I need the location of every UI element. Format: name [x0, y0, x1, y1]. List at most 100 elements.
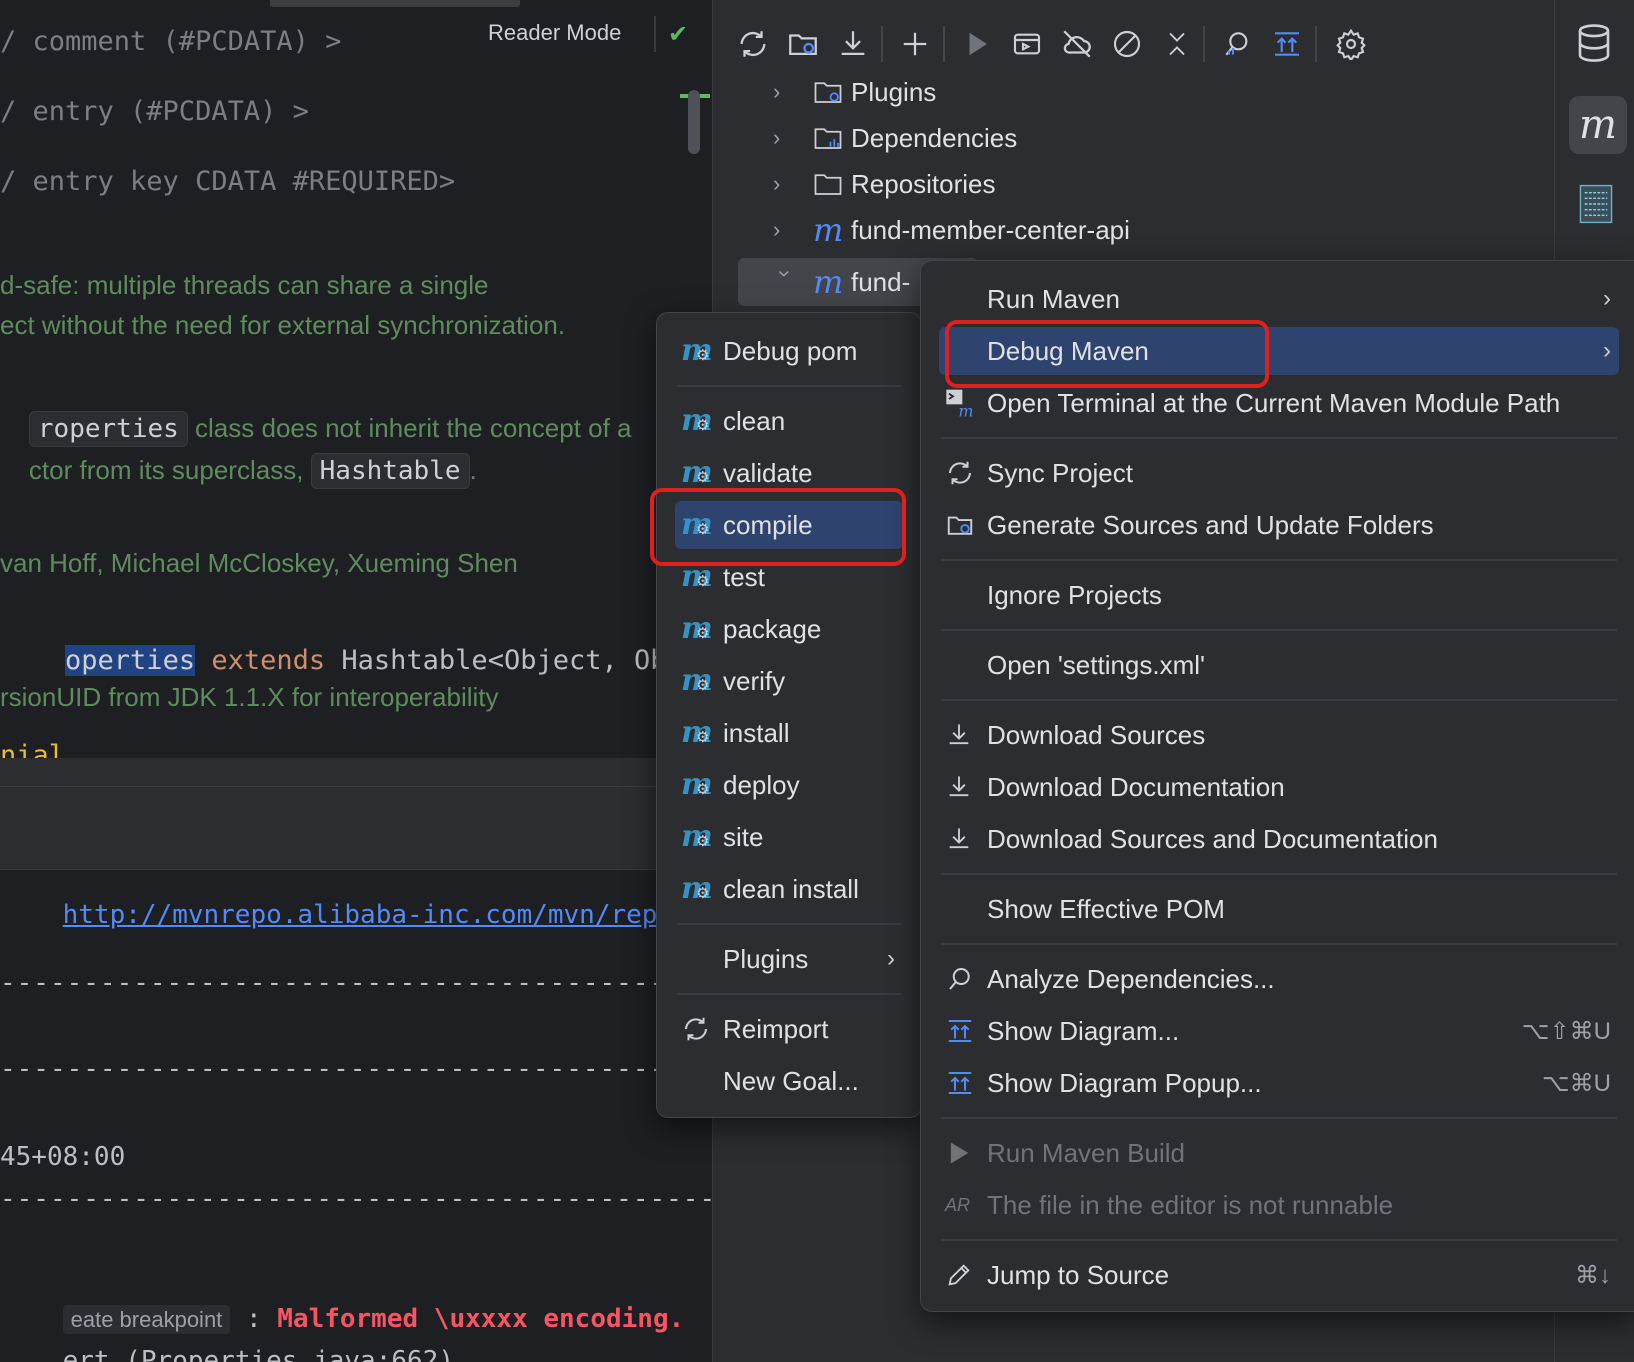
maven-goal-icon: m ⚙	[681, 455, 713, 490]
maven-module-icon: m	[813, 211, 844, 249]
sync-icon[interactable]	[733, 24, 773, 64]
database-icon[interactable]	[1573, 22, 1615, 69]
analyze-icon[interactable]	[1217, 24, 1257, 64]
collapse-icon[interactable]	[1157, 24, 1197, 64]
menu-item-open-settings[interactable]: Open 'settings.xml'	[939, 641, 1619, 689]
menu-separator	[941, 699, 1617, 701]
menu-item-goal-test[interactable]: m ⚙ test	[675, 553, 903, 601]
menu-item-show-diagram-popup[interactable]: Show Diagram Popup... ⌥⌘U	[939, 1059, 1619, 1107]
offline-icon[interactable]	[1057, 24, 1097, 64]
not-runnable-icon: AR	[945, 1194, 971, 1215]
toolbar-separator	[1315, 26, 1317, 62]
menu-item-plugins[interactable]: Plugins ›	[675, 935, 903, 983]
analyze-icon	[939, 964, 987, 994]
menu-item-jump-to-source[interactable]: Jump to Source ⌘↓	[939, 1251, 1619, 1299]
settings-icon[interactable]	[1331, 24, 1371, 64]
inspection-ok-icon[interactable]: ✔	[668, 20, 688, 49]
repositories-folder-icon	[813, 170, 851, 198]
download-icon[interactable]	[833, 24, 873, 64]
menu-item-goal-validate[interactable]: m ⚙ validate	[675, 449, 903, 497]
code-editor[interactable]: Reader Mode ✔ / comment (#PCDATA) > / en…	[0, 0, 712, 760]
tree-label: fund-	[851, 266, 911, 297]
menu-item-show-diagram[interactable]: Show Diagram... ⌥⇧⌘U	[939, 1007, 1619, 1055]
folder-refresh-icon	[939, 510, 987, 540]
chevron-right-icon[interactable]: ›	[773, 125, 813, 151]
menu-item-goal-compile[interactable]: m ⚙ compile	[675, 501, 903, 549]
run-console[interactable]: http://mvnrepo.alibaba-inc.com/mvn/repos…	[0, 758, 712, 1362]
chevron-right-icon[interactable]: ›	[773, 217, 813, 243]
menu-item-goal-deploy[interactable]: m ⚙ deploy	[675, 761, 903, 809]
menu-item-debug-maven[interactable]: Debug Maven ›	[939, 327, 1619, 375]
menu-item-debug-pom[interactable]: m ⚙ Debug pom	[675, 327, 903, 375]
diagram-icon	[939, 1068, 987, 1098]
chevron-right-icon[interactable]: ›	[773, 171, 813, 197]
maven-goal-icon: m ⚙	[681, 663, 713, 698]
editor-scrollbar[interactable]	[688, 90, 700, 154]
menu-item-goal-verify[interactable]: m ⚙ verify	[675, 657, 903, 705]
menu-item-analyze-deps[interactable]: Analyze Dependencies...	[939, 955, 1619, 1003]
tree-node-module[interactable]: › m fund-member-center-api	[773, 208, 1130, 252]
menu-item-sync-project[interactable]: Sync Project	[939, 449, 1619, 497]
tree-node-plugins[interactable]: › Plugins	[773, 70, 936, 114]
chevron-down-icon[interactable]: ›	[772, 270, 798, 294]
tree-node-module-selected[interactable]: › m fund-	[773, 260, 910, 304]
add-icon[interactable]	[895, 24, 935, 64]
menu-item-goal-clean[interactable]: m ⚙ clean	[675, 397, 903, 445]
binary-icon[interactable]	[1579, 184, 1613, 229]
menu-item-reimport[interactable]: Reimport	[675, 1005, 903, 1053]
tree-node-repositories[interactable]: › Repositories	[773, 162, 996, 206]
maven-goal-icon: m ⚙	[681, 819, 713, 854]
menu-item-goal-package[interactable]: m ⚙ package	[675, 605, 903, 653]
tree-node-dependencies[interactable]: › Dependencies	[773, 116, 1017, 160]
doc-line: ect without the need for external synchr…	[0, 310, 566, 340]
maven-goal-icon: m ⚙	[681, 715, 713, 750]
diagram-icon[interactable]	[1267, 24, 1307, 64]
console-divider: ----------------------------------------…	[0, 968, 712, 998]
chevron-right-icon: ›	[887, 945, 895, 972]
run-config-icon[interactable]	[1007, 24, 1047, 64]
stack-suffix: )	[438, 1346, 454, 1362]
maven-goal-icon: m ⚙	[681, 403, 713, 438]
editor-horizontal-scrollbar[interactable]	[0, 758, 712, 786]
maven-goal-icon: m ⚙	[681, 559, 713, 594]
stack-trace-link[interactable]: Properties.java:662	[141, 1346, 438, 1362]
chevron-right-icon[interactable]: ›	[773, 79, 813, 105]
run-icon	[939, 1139, 987, 1167]
selected-text: operties	[65, 645, 196, 676]
menu-item-open-terminal[interactable]: m Open Terminal at the Current Maven Mod…	[939, 379, 1619, 427]
maven-goal-icon: m ⚙	[681, 767, 713, 802]
menu-item-run-maven[interactable]: Run Maven ›	[939, 275, 1619, 323]
menu-item-download-docs[interactable]: Download Documentation	[939, 763, 1619, 811]
folder-refresh-icon[interactable]	[783, 24, 823, 64]
shortcut: ⌥⌘U	[1542, 1069, 1611, 1097]
maven-goal-icon: m ⚙	[681, 871, 713, 906]
menu-item-goal-site[interactable]: m ⚙ site	[675, 813, 903, 861]
menu-item-show-effective-pom[interactable]: Show Effective POM	[939, 885, 1619, 933]
menu-separator	[941, 629, 1617, 631]
console-url-link[interactable]: http://mvnrepo.alibaba-inc.com/mvn/repos…	[63, 900, 712, 930]
doc-line: ctor from its superclass, Hashtable.	[0, 424, 477, 517]
menu-item-ignore-projects[interactable]: Ignore Projects	[939, 571, 1619, 619]
run-icon[interactable]	[957, 24, 997, 64]
menu-separator	[941, 1117, 1617, 1119]
reader-mode-toggle[interactable]: Reader Mode	[488, 20, 621, 46]
menu-item-download-both[interactable]: Download Sources and Documentation	[939, 815, 1619, 863]
editor-tab-scrollbar[interactable]	[270, 0, 520, 7]
menu-item-new-goal[interactable]: New Goal...	[675, 1057, 903, 1105]
diagram-icon	[939, 1016, 987, 1046]
doc-line: rsionUID from JDK 1.1.X for interoperabi…	[0, 682, 499, 712]
code-line: / entry key CDATA #REQUIRED>	[0, 166, 456, 197]
divider	[654, 16, 656, 52]
reimport-icon	[675, 1014, 723, 1044]
dependencies-folder-icon	[813, 124, 851, 152]
maven-icon[interactable]: m	[1569, 96, 1627, 154]
console-line: http://mvnrepo.alibaba-inc.com/mvn/repos…	[0, 870, 712, 960]
menu-item-goal-install[interactable]: m ⚙ install	[675, 709, 903, 757]
menu-item-goal-clean-install[interactable]: m ⚙ clean install	[675, 865, 903, 913]
skip-tests-icon[interactable]	[1107, 24, 1147, 64]
menu-separator	[941, 943, 1617, 945]
menu-item-download-sources[interactable]: Download Sources	[939, 711, 1619, 759]
menu-item-generate-sources[interactable]: Generate Sources and Update Folders	[939, 501, 1619, 549]
chevron-right-icon: ›	[1603, 285, 1611, 312]
code-line: / comment (#PCDATA) >	[0, 26, 342, 57]
